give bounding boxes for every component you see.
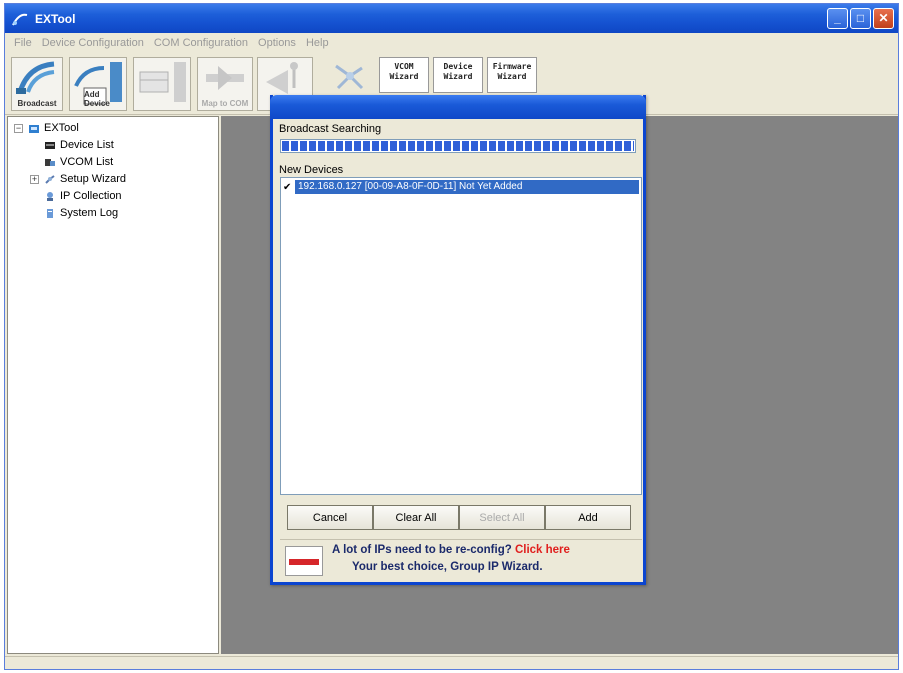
setup-wizard-icon	[45, 174, 55, 184]
tree-item-label: IP Collection	[60, 190, 122, 202]
promo-line-2: Your best choice, Group IP Wizard.	[352, 561, 543, 573]
tree-root-extool[interactable]: EXTool	[28, 122, 79, 134]
search-progress-fill	[282, 141, 634, 151]
connect-plug-icon	[206, 66, 244, 90]
vcom-wizard-button[interactable]: VCOM Wizard	[379, 57, 429, 93]
device-setting-icon	[139, 62, 186, 102]
tree-expand-setup-wizard[interactable]: +	[30, 175, 39, 184]
maximize-button[interactable]: □	[850, 8, 871, 29]
clear-all-button[interactable]: Clear All	[373, 505, 459, 530]
broadcast-search-dialog: Broadcast Searching New Devices ✔ 192.16…	[270, 95, 646, 585]
system-log-icon	[47, 208, 53, 218]
title-bar[interactable]: EXTool _ □ ✕	[5, 4, 898, 33]
new-devices-label: New Devices	[279, 164, 344, 176]
tree-root-label: EXTool	[44, 122, 79, 134]
device-list-item[interactable]: ✔ 192.168.0.127 [00-09-A8-0F-0D-11] Not …	[283, 180, 639, 194]
menu-options[interactable]: Options	[253, 37, 301, 49]
click-here-link[interactable]: Click here	[515, 544, 570, 556]
device-checkbox[interactable]: ✔	[283, 182, 295, 193]
add-device-button[interactable]: Add Device	[69, 57, 127, 111]
broadcast-label: Broadcast	[17, 99, 57, 108]
add-button[interactable]: Add	[545, 505, 631, 530]
select-all-button[interactable]: Select All	[459, 505, 545, 530]
brand-logo	[285, 546, 323, 576]
tree-item-system-log[interactable]: System Log	[44, 207, 118, 219]
menu-file[interactable]: File	[9, 37, 37, 49]
tree-item-label: System Log	[60, 207, 119, 219]
menu-device-configuration[interactable]: Device Configuration	[37, 37, 149, 49]
tree-item-vcom-list[interactable]: VCOM List	[44, 156, 113, 168]
menu-com-configuration[interactable]: COM Configuration	[149, 37, 253, 49]
promo-line-1: A lot of IPs need to be re-config? Click…	[332, 544, 570, 556]
tree-item-setup-wizard[interactable]: Setup Wizard	[44, 173, 126, 185]
window-title: EXTool	[35, 11, 76, 26]
tree-item-ip-collection[interactable]: IP Collection	[44, 190, 122, 202]
antenna-icon	[266, 62, 298, 94]
tree-item-label: VCOM List	[60, 156, 114, 168]
tree-panel: − EXTool Device List VCOM List + Setup W…	[7, 116, 219, 654]
promo-question: A lot of IPs need to be re-config?	[332, 544, 512, 556]
firmware-wizard-line1: Firmware	[492, 62, 532, 71]
device-setting-button[interactable]	[133, 57, 191, 111]
new-devices-list[interactable]: ✔ 192.168.0.127 [00-09-A8-0F-0D-11] Not …	[280, 177, 642, 495]
extool-tree-icon	[29, 124, 39, 133]
device-row-text: 192.168.0.127 [00-09-A8-0F-0D-11] Not Ye…	[295, 180, 639, 194]
map-to-com-label: Map to COM	[201, 99, 249, 108]
tree-item-label: Device List	[60, 139, 114, 151]
broadcast-searching-label: Broadcast Searching	[279, 123, 382, 135]
firmware-wizard-line2: Wizard	[497, 72, 527, 81]
vcom-wizard-line1: VCOM	[394, 62, 414, 71]
status-bar	[5, 656, 898, 669]
search-progress-bar	[280, 139, 636, 153]
firmware-wizard-button[interactable]: Firmware Wizard	[487, 57, 537, 93]
dialog-title-bar[interactable]	[270, 95, 646, 119]
device-list-icon	[45, 141, 55, 149]
tree-item-device-list[interactable]: Device List	[44, 139, 114, 151]
vcom-list-icon	[45, 158, 55, 166]
device-wizard-line1: Device	[443, 62, 473, 71]
vcom-wizard-line2: Wizard	[389, 72, 419, 81]
close-button[interactable]: ✕	[873, 8, 894, 29]
broadcast-icon	[16, 61, 55, 94]
group-ip-wizard-banner[interactable]: A lot of IPs need to be re-config? Click…	[280, 539, 642, 579]
map-to-com-button[interactable]: Map to COM	[197, 57, 253, 111]
extool-app-icon	[11, 11, 29, 27]
tree-collapse-root[interactable]: −	[14, 124, 23, 133]
minimize-button[interactable]: _	[827, 8, 848, 29]
network-tree-icon	[335, 64, 364, 90]
cancel-button[interactable]: Cancel	[287, 505, 373, 530]
device-wizard-button[interactable]: Device Wizard	[433, 57, 483, 93]
ip-collection-icon	[47, 191, 53, 201]
menu-bar: File Device Configuration COM Configurat…	[5, 33, 898, 53]
tree-item-label: Setup Wizard	[60, 173, 127, 185]
broadcast-button[interactable]: Broadcast	[11, 57, 63, 111]
menu-help[interactable]: Help	[301, 37, 334, 49]
device-wizard-line2: Wizard	[443, 72, 473, 81]
add-device-label: Add Device	[84, 90, 110, 108]
